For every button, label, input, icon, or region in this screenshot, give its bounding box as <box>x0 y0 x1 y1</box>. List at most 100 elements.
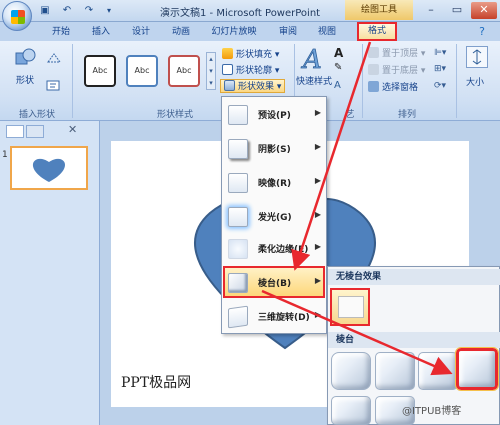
maximize-icon[interactable]: ▭ <box>444 2 470 19</box>
tab-format[interactable]: 格式 <box>357 22 397 41</box>
send-to-back-button[interactable]: 置于底层 ▾ <box>368 64 425 78</box>
style-sample-1[interactable]: Abc <box>84 55 116 87</box>
bevel-icon <box>228 273 248 293</box>
menu-item-label: 三维旋转(D) <box>258 313 310 323</box>
shapes-label[interactable]: 形状 <box>16 74 34 88</box>
no-bevel-option[interactable] <box>330 288 370 326</box>
group-divider <box>456 44 457 118</box>
tab-insert[interactable]: 插入 <box>88 24 114 41</box>
bevel-cross-option[interactable] <box>418 352 458 390</box>
bevel-cool-slant-option[interactable] <box>455 347 499 391</box>
redo-icon[interactable]: ↷ <box>82 4 96 18</box>
bring-to-front-button[interactable]: 置于顶层 ▾ <box>368 47 425 61</box>
align-icon[interactable]: ⊫▾ <box>434 48 450 60</box>
outline-tab-icon[interactable] <box>26 125 44 138</box>
tab-design[interactable]: 设计 <box>128 24 154 41</box>
menu-item-label: 发光(G) <box>258 213 292 223</box>
bring-front-icon <box>368 47 379 58</box>
thumbnail-heart-icon <box>32 158 66 182</box>
tab-review[interactable]: 审阅 <box>275 24 301 41</box>
submenu-arrow-icon: ▶ <box>314 142 321 151</box>
menu-item-3d-rotation[interactable]: 三维旋转(D) ▶ <box>222 302 326 332</box>
menu-item-preset[interactable]: 预设(P) ▶ <box>222 100 326 130</box>
tab-animations[interactable]: 动画 <box>168 24 194 41</box>
close-pane-icon[interactable]: ✕ <box>68 123 77 136</box>
effects-icon <box>224 80 235 91</box>
menu-item-shadow[interactable]: 阴影(S) ▶ <box>222 134 326 164</box>
text-fill-icon[interactable]: A <box>334 46 348 60</box>
slide-number: 1 <box>2 150 8 160</box>
office-logo-icon <box>11 10 25 24</box>
submenu-arrow-icon: ▶ <box>314 108 321 117</box>
slides-tab-icon[interactable] <box>6 125 24 138</box>
shapes-icon[interactable] <box>14 47 38 71</box>
close-icon[interactable]: ✕ <box>471 2 497 19</box>
wordart-group-label: 艺 <box>345 110 355 120</box>
quick-styles-label[interactable]: 快速样式 <box>296 75 332 89</box>
submenu-arrow-icon: ▶ <box>314 242 321 251</box>
no-bevel-header: 无棱台效果 <box>328 269 500 285</box>
submenu-arrow-icon: ▶ <box>314 310 321 319</box>
bevel-relaxed-inset-option[interactable] <box>375 352 415 390</box>
bevel-circle-option[interactable] <box>331 352 371 390</box>
slide-thumbnail[interactable] <box>10 146 88 190</box>
shape-outline-label: 形状轮廓 <box>236 66 273 76</box>
menu-item-bevel[interactable]: 棱台(B) ▶ <box>222 268 326 298</box>
shape-outline-button[interactable]: 形状轮廓 ▾ <box>222 64 279 78</box>
selection-pane-label: 选择窗格 <box>382 83 419 93</box>
shape-fill-button[interactable]: 形状填充 ▾ <box>222 48 279 62</box>
preset-icon <box>228 105 248 125</box>
menu-item-reflection[interactable]: 映像(R) ▶ <box>222 168 326 198</box>
undo-icon[interactable]: ↶ <box>60 4 74 18</box>
bevel-angle-option[interactable] <box>331 396 371 425</box>
save-icon[interactable]: ▣ <box>38 4 52 18</box>
shape-effects-button[interactable]: 形状效果 ▾ <box>220 79 286 93</box>
office-button[interactable] <box>2 1 32 31</box>
menu-item-label: 阴影(S) <box>258 145 291 155</box>
slide-text[interactable]: PPT极品网 <box>121 372 191 392</box>
submenu-arrow-icon: ▶ <box>314 210 321 219</box>
tab-slideshow[interactable]: 幻灯片放映 <box>206 24 262 41</box>
glow-icon <box>228 207 248 227</box>
group-divider <box>362 44 363 118</box>
bevel-header: 棱台 <box>328 332 500 348</box>
send-back-label: 置于底层 <box>382 66 419 76</box>
style-gallery-scroll[interactable]: ▴ ▾ ▾ <box>206 52 216 90</box>
pane-tabs: ✕ <box>4 123 94 139</box>
rotate-icon[interactable]: ⟳▾ <box>434 81 450 93</box>
watermark-text: @ITPUB博客 <box>402 406 462 417</box>
submenu-arrow-icon: ▶ <box>314 176 321 185</box>
selection-pane-button[interactable]: 选择窗格 <box>368 81 418 95</box>
menu-item-glow[interactable]: 发光(G) ▶ <box>222 202 326 232</box>
minimize-icon[interactable]: – <box>418 2 444 19</box>
pencil-icon <box>222 64 233 75</box>
text-outline-icon[interactable]: ✎ <box>334 62 348 76</box>
text-effects-icon[interactable]: A <box>334 80 348 94</box>
soft-edges-icon <box>228 239 248 259</box>
group-objects-icon[interactable]: ⊞▾ <box>434 64 450 76</box>
text-box-icon[interactable] <box>46 80 62 92</box>
edit-shape-icon[interactable] <box>46 52 62 64</box>
menu-item-soft-edges[interactable]: 柔化边缘(E) ▶ <box>222 234 326 264</box>
reflection-icon <box>228 173 248 193</box>
bring-front-label: 置于顶层 <box>382 49 419 59</box>
size-icon[interactable] <box>466 46 488 68</box>
menu-item-label: 柔化边缘(E) <box>258 245 309 255</box>
size-label[interactable]: 大小 <box>466 76 484 90</box>
send-back-icon <box>368 64 379 75</box>
help-icon[interactable]: ? <box>470 24 494 41</box>
window-title: 演示文稿1 - Microsoft PowerPoint <box>160 8 321 19</box>
menu-item-label: 棱台(B) <box>258 279 292 289</box>
group-divider <box>72 44 73 118</box>
menu-item-label: 映像(R) <box>258 179 292 189</box>
style-sample-3[interactable]: Abc <box>168 55 200 87</box>
tab-home[interactable]: 开始 <box>48 24 74 41</box>
menu-item-label: 预设(P) <box>258 111 291 121</box>
shape-effects-label: 形状效果 <box>238 82 275 92</box>
shape-styles-group-label: 形状样式 <box>156 110 193 120</box>
tab-view[interactable]: 视图 <box>314 24 340 41</box>
qat-customize-icon[interactable]: ▾ <box>102 4 116 18</box>
shape-fill-label: 形状填充 <box>236 50 273 60</box>
style-sample-2[interactable]: Abc <box>126 55 158 87</box>
wordart-a-icon[interactable]: A <box>300 44 326 76</box>
